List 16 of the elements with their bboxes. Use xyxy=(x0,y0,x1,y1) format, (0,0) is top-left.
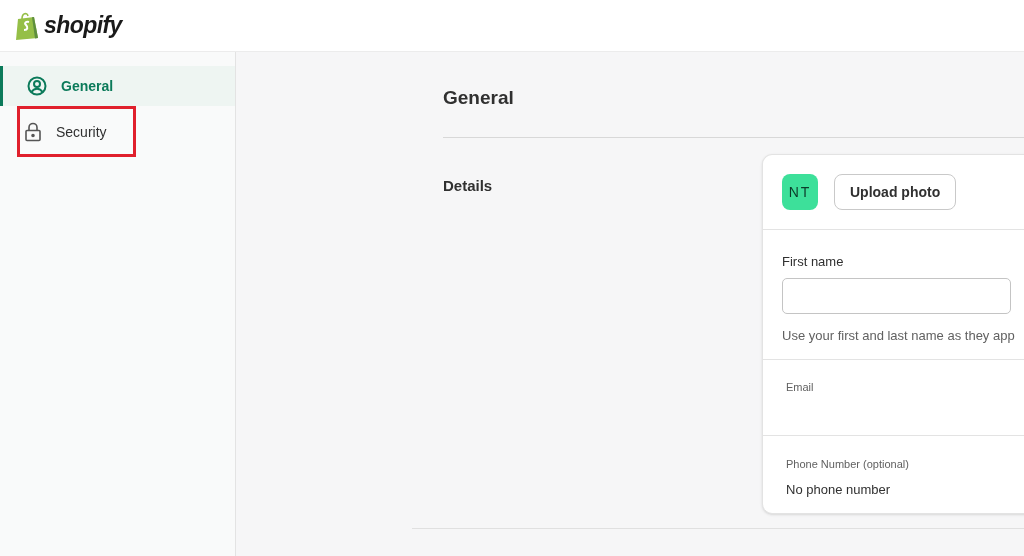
field-label: First name xyxy=(782,253,845,271)
field-hint: Use your first and last name as they app xyxy=(782,326,1015,345)
first-name-field[interactable] xyxy=(782,277,1011,314)
lock-icon xyxy=(24,122,42,142)
field-label: Phone Number (optional) xyxy=(786,457,910,472)
phone-value: No phone number xyxy=(786,480,892,499)
sidebar-item[interactable]: General xyxy=(0,66,235,106)
user-circle-icon xyxy=(27,76,47,96)
sidebar-item[interactable]: Security xyxy=(0,112,235,152)
upload-photo-button[interactable]: Upload photo xyxy=(834,174,957,210)
shopping-bag-logo-icon xyxy=(14,10,40,41)
avatar: NT xyxy=(782,174,818,210)
section-label: Details xyxy=(443,177,493,194)
page-title: General xyxy=(443,86,515,110)
field-label: Email xyxy=(786,380,815,395)
logo-wordmark: shopify xyxy=(44,11,122,41)
